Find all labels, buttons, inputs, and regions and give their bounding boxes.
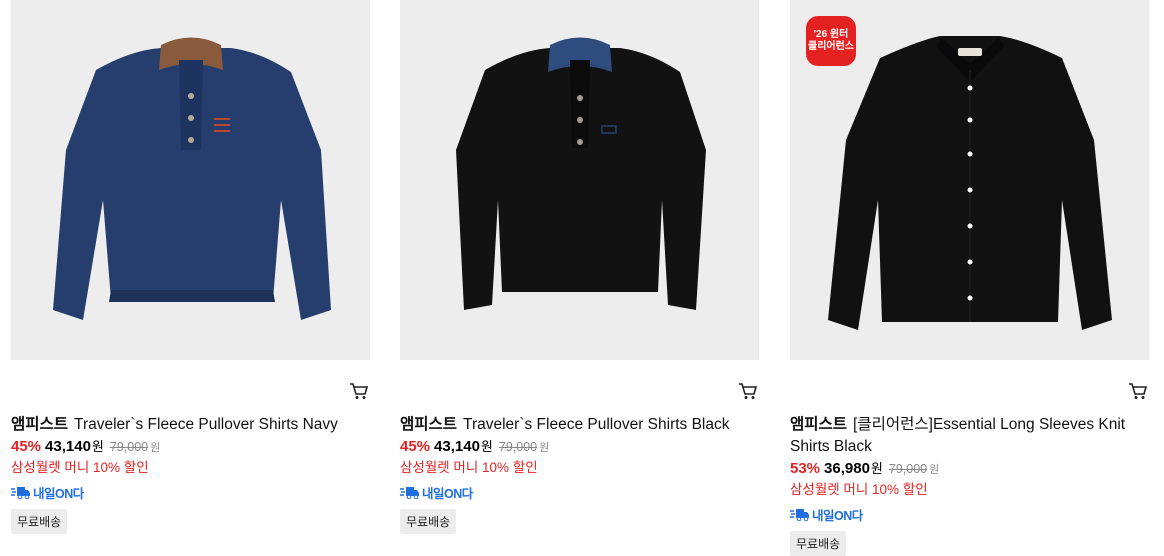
product-card[interactable]: '26 윈터 클리어런스 앰피스트 [클리어런스]Essential Long S… [790,0,1150,556]
price-row: 45% 43,140원 79,000 원 [11,437,361,458]
promo-text: 삼성월렛 머니 10% 할인 [11,460,149,475]
delivery-badge: 내일ON다 [400,483,750,501]
currency: 원 [870,461,883,476]
delivery-label: 내일ON다 [33,486,84,501]
delivery-badge: 내일ON다 [11,483,361,501]
sale-price: 43,140 [45,438,91,455]
product-info: 45% 43,140원 79,000 원 삼성월렛 머니 10% 할인 내일ON다 무… [400,437,750,534]
brand-name: 앰피스트 [790,416,848,433]
delivery-label: 내일ON다 [422,486,473,501]
product-name: Traveler`s Fleece Pullover Shirts Black [463,416,730,433]
discount-rate: 53% [790,460,821,477]
product-image[interactable] [400,0,759,360]
product-title[interactable]: 앰피스트 [클리어런스]Essential Long Sleeves Knit S… [790,414,1140,458]
price-row: 53% 36,980원 79,000 원 [790,459,1140,480]
product-card[interactable]: 앰피스트 Traveler`s Fleece Pullover Shirts Bl… [400,0,760,534]
sale-price: 36,980 [824,460,870,477]
product-card[interactable]: 앰피스트 Traveler`s Fleece Pullover Shirts Na… [11,0,371,534]
original-price: 79,000 [109,440,149,454]
original-price: 79,000 [888,462,928,476]
product-title[interactable]: 앰피스트 Traveler`s Fleece Pullover Shirts Na… [11,414,361,436]
cart-icon[interactable] [1128,382,1148,400]
original-currency: 원 [539,442,550,454]
shipping-tag: 무료배송 [11,509,68,534]
discount-rate: 45% [400,438,431,455]
brand-name: 앰피스트 [11,416,69,433]
clearance-badge: '26 윈터 클리어런스 [806,16,856,66]
brand-name: 앰피스트 [400,416,458,433]
badge-line1: '26 윈터 [813,29,849,40]
delivery-badge: 내일ON다 [790,505,1140,523]
currency: 원 [91,439,104,454]
promo-text: 삼성월렛 머니 10% 할인 [400,460,538,475]
product-image[interactable]: '26 윈터 클리어런스 [790,0,1149,360]
badge-line2: 클리어런스 [808,41,854,52]
shipping-tag: 무료배송 [790,531,847,556]
cart-icon[interactable] [349,382,369,400]
product-name: Traveler`s Fleece Pullover Shirts Navy [74,416,338,433]
sale-price: 43,140 [434,438,480,455]
product-title[interactable]: 앰피스트 Traveler`s Fleece Pullover Shirts Bl… [400,414,750,436]
delivery-truck-icon [11,487,30,499]
delivery-truck-icon [790,509,809,521]
product-info: 53% 36,980원 79,000 원 삼성월렛 머니 10% 할인 내일ON다 무… [790,459,1140,556]
currency: 원 [480,439,493,454]
delivery-truck-icon [400,487,419,499]
cart-icon[interactable] [738,382,758,400]
promo-text: 삼성월렛 머니 10% 할인 [790,482,928,497]
discount-rate: 45% [11,438,42,455]
delivery-label: 내일ON다 [812,508,863,523]
shipping-tag: 무료배송 [400,509,457,534]
original-currency: 원 [150,442,161,454]
product-image[interactable] [11,0,370,360]
black-pullover-image [456,37,706,310]
product-info: 45% 43,140원 79,000 원 삼성월렛 머니 10% 할인 내일ON다 무… [11,437,361,534]
original-price: 79,000 [498,440,538,454]
navy-pullover-image [53,37,331,320]
price-row: 45% 43,140원 79,000 원 [400,437,750,458]
original-currency: 원 [929,464,940,476]
